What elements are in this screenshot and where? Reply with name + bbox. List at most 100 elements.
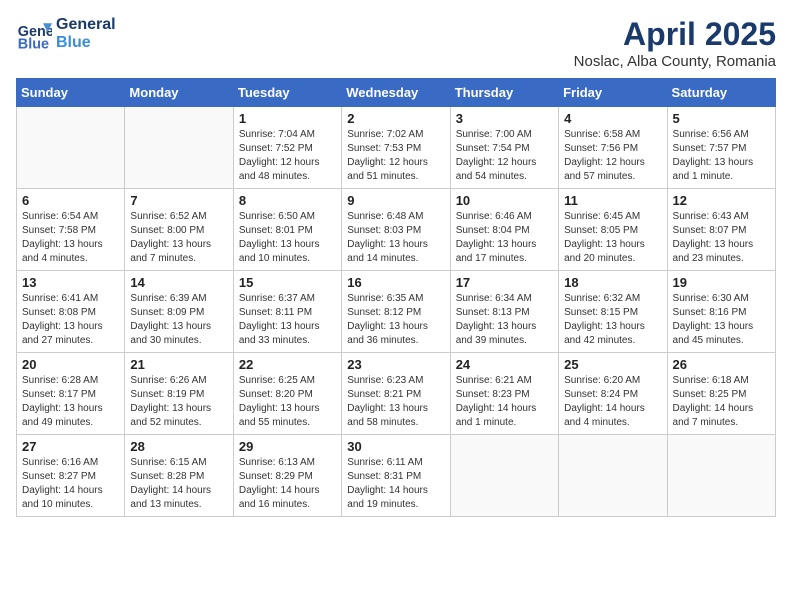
day-number: 14 bbox=[130, 275, 227, 290]
week-row-1: 1 Sunrise: 7:04 AM Sunset: 7:52 PM Daylig… bbox=[17, 107, 776, 189]
calendar-cell: 26 Sunrise: 6:18 AM Sunset: 8:25 PM Dayli… bbox=[667, 353, 775, 435]
day-info: Sunrise: 6:25 AM Sunset: 8:20 PM Dayligh… bbox=[239, 374, 336, 430]
calendar-cell: 21 Sunrise: 6:26 AM Sunset: 8:19 PM Dayli… bbox=[125, 353, 233, 435]
calendar-cell: 24 Sunrise: 6:21 AM Sunset: 8:23 PM Dayli… bbox=[450, 353, 558, 435]
calendar-cell bbox=[450, 435, 558, 517]
weekday-header-row: SundayMondayTuesdayWednesdayThursdayFrid… bbox=[17, 79, 776, 107]
month-title: April 2025 bbox=[574, 16, 776, 53]
day-number: 3 bbox=[456, 111, 553, 126]
day-number: 25 bbox=[564, 357, 661, 372]
day-number: 30 bbox=[347, 439, 444, 454]
logo-general: General bbox=[56, 16, 116, 34]
calendar-cell: 11 Sunrise: 6:45 AM Sunset: 8:05 PM Dayli… bbox=[559, 189, 667, 271]
day-number: 4 bbox=[564, 111, 661, 126]
day-info: Sunrise: 6:16 AM Sunset: 8:27 PM Dayligh… bbox=[22, 456, 119, 512]
calendar-cell bbox=[125, 107, 233, 189]
day-number: 5 bbox=[673, 111, 770, 126]
day-info: Sunrise: 6:46 AM Sunset: 8:04 PM Dayligh… bbox=[456, 210, 553, 266]
day-info: Sunrise: 6:41 AM Sunset: 8:08 PM Dayligh… bbox=[22, 292, 119, 348]
day-number: 24 bbox=[456, 357, 553, 372]
day-number: 29 bbox=[239, 439, 336, 454]
day-number: 21 bbox=[130, 357, 227, 372]
location: Noslac, Alba County, Romania bbox=[574, 53, 776, 70]
calendar-cell: 13 Sunrise: 6:41 AM Sunset: 8:08 PM Dayli… bbox=[17, 271, 125, 353]
day-number: 22 bbox=[239, 357, 336, 372]
day-info: Sunrise: 6:52 AM Sunset: 8:00 PM Dayligh… bbox=[130, 210, 227, 266]
calendar-cell: 6 Sunrise: 6:54 AM Sunset: 7:58 PM Daylig… bbox=[17, 189, 125, 271]
calendar-cell bbox=[667, 435, 775, 517]
day-info: Sunrise: 6:26 AM Sunset: 8:19 PM Dayligh… bbox=[130, 374, 227, 430]
calendar-cell: 14 Sunrise: 6:39 AM Sunset: 8:09 PM Dayli… bbox=[125, 271, 233, 353]
day-number: 17 bbox=[456, 275, 553, 290]
calendar-cell: 19 Sunrise: 6:30 AM Sunset: 8:16 PM Dayli… bbox=[667, 271, 775, 353]
calendar-cell: 8Sunrise: 6:50 AM Sunset: 8:01 PM Daylig… bbox=[233, 189, 341, 271]
day-info: Sunrise: 6:20 AM Sunset: 8:24 PM Dayligh… bbox=[564, 374, 661, 430]
day-info: Sunrise: 6:37 AM Sunset: 8:11 PM Dayligh… bbox=[239, 292, 336, 348]
day-number: 6 bbox=[22, 193, 119, 208]
title-section: April 2025 Noslac, Alba County, Romania bbox=[574, 16, 776, 70]
day-info: Sunrise: 6:58 AM Sunset: 7:56 PM Dayligh… bbox=[564, 128, 661, 184]
day-number: 15 bbox=[239, 275, 336, 290]
day-number: 12 bbox=[673, 193, 770, 208]
calendar-cell: 29 Sunrise: 6:13 AM Sunset: 8:29 PM Dayli… bbox=[233, 435, 341, 517]
day-number: 2 bbox=[347, 111, 444, 126]
calendar-cell: 30Sunrise: 6:11 AM Sunset: 8:31 PM Dayli… bbox=[342, 435, 450, 517]
calendar-cell: 25 Sunrise: 6:20 AM Sunset: 8:24 PM Dayli… bbox=[559, 353, 667, 435]
day-info: Sunrise: 6:35 AM Sunset: 8:12 PM Dayligh… bbox=[347, 292, 444, 348]
weekday-header-sunday: Sunday bbox=[17, 79, 125, 107]
day-number: 27 bbox=[22, 439, 119, 454]
weekday-header-saturday: Saturday bbox=[667, 79, 775, 107]
day-number: 13 bbox=[22, 275, 119, 290]
day-number: 18 bbox=[564, 275, 661, 290]
day-info: Sunrise: 6:54 AM Sunset: 7:58 PM Dayligh… bbox=[22, 210, 119, 266]
calendar-cell: 5 Sunrise: 6:56 AM Sunset: 7:57 PM Daylig… bbox=[667, 107, 775, 189]
day-info: Sunrise: 6:13 AM Sunset: 8:29 PM Dayligh… bbox=[239, 456, 336, 512]
day-number: 10 bbox=[456, 193, 553, 208]
calendar-cell: 27 Sunrise: 6:16 AM Sunset: 8:27 PM Dayli… bbox=[17, 435, 125, 517]
day-number: 7 bbox=[130, 193, 227, 208]
calendar-cell: 22 Sunrise: 6:25 AM Sunset: 8:20 PM Dayli… bbox=[233, 353, 341, 435]
day-number: 16 bbox=[347, 275, 444, 290]
day-info: Sunrise: 6:39 AM Sunset: 8:09 PM Dayligh… bbox=[130, 292, 227, 348]
week-row-3: 13 Sunrise: 6:41 AM Sunset: 8:08 PM Dayli… bbox=[17, 271, 776, 353]
weekday-header-wednesday: Wednesday bbox=[342, 79, 450, 107]
day-info: Sunrise: 6:15 AM Sunset: 8:28 PM Dayligh… bbox=[130, 456, 227, 512]
day-info: Sunrise: 6:21 AM Sunset: 8:23 PM Dayligh… bbox=[456, 374, 553, 430]
day-info: Sunrise: 6:32 AM Sunset: 8:15 PM Dayligh… bbox=[564, 292, 661, 348]
calendar-cell: 16 Sunrise: 6:35 AM Sunset: 8:12 PM Dayli… bbox=[342, 271, 450, 353]
calendar-cell bbox=[559, 435, 667, 517]
calendar-cell: 17 Sunrise: 6:34 AM Sunset: 8:13 PM Dayli… bbox=[450, 271, 558, 353]
day-info: Sunrise: 6:45 AM Sunset: 8:05 PM Dayligh… bbox=[564, 210, 661, 266]
day-number: 28 bbox=[130, 439, 227, 454]
day-info: Sunrise: 6:30 AM Sunset: 8:16 PM Dayligh… bbox=[673, 292, 770, 348]
calendar-cell: 4 Sunrise: 6:58 AM Sunset: 7:56 PM Daylig… bbox=[559, 107, 667, 189]
day-info: Sunrise: 7:00 AM Sunset: 7:54 PM Dayligh… bbox=[456, 128, 553, 184]
calendar-cell: 1 Sunrise: 7:04 AM Sunset: 7:52 PM Daylig… bbox=[233, 107, 341, 189]
day-number: 26 bbox=[673, 357, 770, 372]
weekday-header-tuesday: Tuesday bbox=[233, 79, 341, 107]
day-info: Sunrise: 6:18 AM Sunset: 8:25 PM Dayligh… bbox=[673, 374, 770, 430]
day-info: Sunrise: 7:02 AM Sunset: 7:53 PM Dayligh… bbox=[347, 128, 444, 184]
weekday-header-friday: Friday bbox=[559, 79, 667, 107]
week-row-2: 6 Sunrise: 6:54 AM Sunset: 7:58 PM Daylig… bbox=[17, 189, 776, 271]
logo-icon: General Blue bbox=[16, 16, 52, 52]
logo-blue: Blue bbox=[56, 34, 116, 52]
calendar-cell: 20Sunrise: 6:28 AM Sunset: 8:17 PM Dayli… bbox=[17, 353, 125, 435]
day-number: 11 bbox=[564, 193, 661, 208]
day-number: 9 bbox=[347, 193, 444, 208]
week-row-5: 27 Sunrise: 6:16 AM Sunset: 8:27 PM Dayli… bbox=[17, 435, 776, 517]
weekday-header-monday: Monday bbox=[125, 79, 233, 107]
day-number: 8 bbox=[239, 193, 336, 208]
day-number: 19 bbox=[673, 275, 770, 290]
page-header: General Blue General Blue April 2025 Nos… bbox=[16, 16, 776, 70]
calendar-cell: 3 Sunrise: 7:00 AM Sunset: 7:54 PM Daylig… bbox=[450, 107, 558, 189]
day-info: Sunrise: 7:04 AM Sunset: 7:52 PM Dayligh… bbox=[239, 128, 336, 184]
day-info: Sunrise: 6:28 AM Sunset: 8:17 PM Dayligh… bbox=[22, 374, 119, 430]
day-info: Sunrise: 6:56 AM Sunset: 7:57 PM Dayligh… bbox=[673, 128, 770, 184]
day-info: Sunrise: 6:43 AM Sunset: 8:07 PM Dayligh… bbox=[673, 210, 770, 266]
calendar-cell: 9Sunrise: 6:48 AM Sunset: 8:03 PM Daylig… bbox=[342, 189, 450, 271]
calendar-cell: 10 Sunrise: 6:46 AM Sunset: 8:04 PM Dayli… bbox=[450, 189, 558, 271]
day-number: 1 bbox=[239, 111, 336, 126]
calendar-cell bbox=[17, 107, 125, 189]
day-info: Sunrise: 6:34 AM Sunset: 8:13 PM Dayligh… bbox=[456, 292, 553, 348]
